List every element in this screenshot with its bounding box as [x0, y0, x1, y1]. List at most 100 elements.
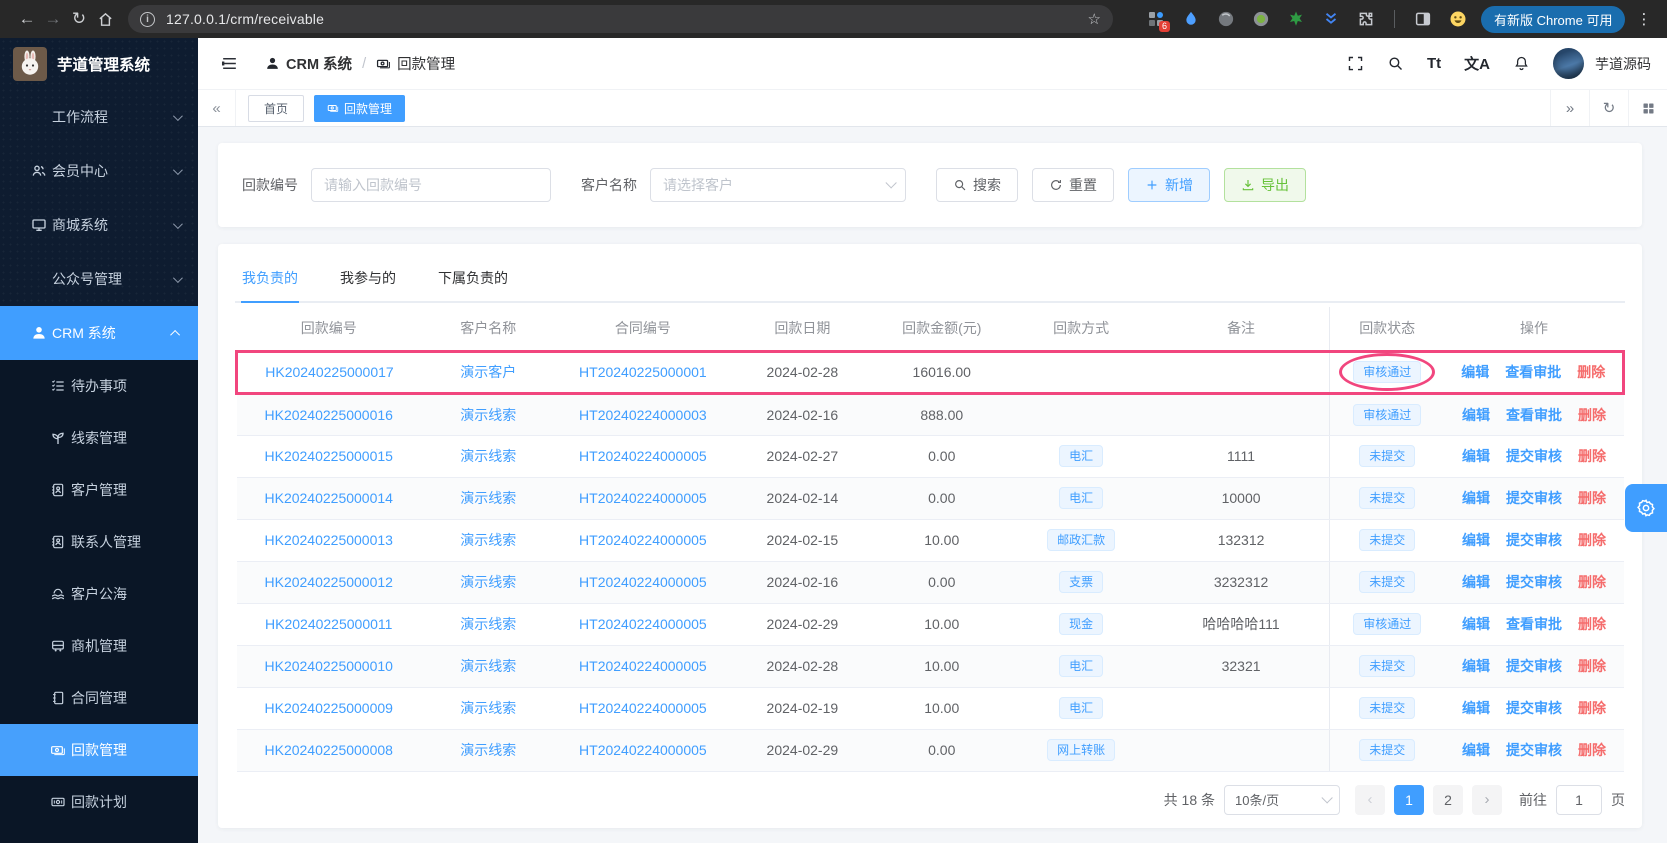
- contract-link[interactable]: HT20240224000005: [579, 490, 707, 506]
- extension-droplet-icon[interactable]: [1182, 10, 1200, 28]
- username[interactable]: 芋道源码: [1595, 54, 1651, 74]
- submit-review-link[interactable]: 提交审核: [1506, 658, 1562, 674]
- receivable-no-input[interactable]: 请输入回款编号: [311, 168, 551, 202]
- fullscreen-icon[interactable]: [1347, 55, 1364, 72]
- customer-link[interactable]: 演示线索: [460, 574, 516, 590]
- page-2-button[interactable]: 2: [1433, 785, 1463, 815]
- edit-link[interactable]: 编辑: [1462, 407, 1490, 423]
- breadcrumb-crm[interactable]: CRM 系统: [265, 53, 352, 74]
- user-avatar[interactable]: [1553, 48, 1584, 79]
- notification-bell-icon[interactable]: [1513, 55, 1530, 72]
- tab-subordinate[interactable]: 下属负责的: [437, 256, 509, 301]
- receivable-no-link[interactable]: HK20240225000017: [265, 364, 393, 380]
- edit-link[interactable]: 编辑: [1462, 658, 1490, 674]
- sidebar-item-customer-pool[interactable]: 客户公海: [0, 568, 198, 620]
- contract-link[interactable]: HT20240224000003: [579, 407, 707, 423]
- edit-link[interactable]: 编辑: [1462, 490, 1490, 506]
- customer-link[interactable]: 演示线索: [460, 407, 516, 423]
- contract-link[interactable]: HT20240224000005: [579, 574, 707, 590]
- search-button[interactable]: 搜索: [936, 168, 1018, 202]
- delete-link[interactable]: 删除: [1578, 490, 1606, 506]
- browser-menu-icon[interactable]: ⋮: [1636, 10, 1652, 28]
- sidebar-item-todo[interactable]: 待办事项: [0, 360, 198, 412]
- contract-link[interactable]: HT20240224000005: [579, 532, 707, 548]
- edit-link[interactable]: 编辑: [1462, 448, 1490, 464]
- tab-mine[interactable]: 我负责的: [241, 256, 299, 301]
- delete-link[interactable]: 删除: [1578, 742, 1606, 758]
- submit-review-link[interactable]: 提交审核: [1506, 574, 1562, 590]
- sidebar-item-official-account[interactable]: 公众号管理: [0, 252, 198, 306]
- tags-refresh-icon[interactable]: ↻: [1589, 90, 1628, 126]
- extension-pinned-icon[interactable]: 6: [1147, 10, 1165, 28]
- edit-link[interactable]: 编辑: [1462, 700, 1490, 716]
- delete-link[interactable]: 删除: [1578, 574, 1606, 590]
- delete-link[interactable]: 删除: [1578, 532, 1606, 548]
- receivable-no-link[interactable]: HK20240225000015: [265, 448, 393, 464]
- delete-link[interactable]: 删除: [1578, 407, 1606, 423]
- contract-link[interactable]: HT20240224000005: [579, 616, 707, 632]
- customer-link[interactable]: 演示线索: [460, 700, 516, 716]
- site-info-icon[interactable]: i: [140, 12, 155, 27]
- page-1-button[interactable]: 1: [1394, 785, 1424, 815]
- customer-link[interactable]: 演示线索: [460, 742, 516, 758]
- profile-emoji-avatar[interactable]: [1449, 10, 1467, 28]
- extension-chevrons-icon[interactable]: [1322, 10, 1340, 28]
- receivable-no-link[interactable]: HK20240225000014: [265, 490, 393, 506]
- delete-link[interactable]: 删除: [1578, 658, 1606, 674]
- edit-link[interactable]: 编辑: [1462, 742, 1490, 758]
- address-bar[interactable]: i 127.0.0.1/crm/receivable ☆: [128, 5, 1113, 33]
- contract-link[interactable]: HT20240224000005: [579, 658, 707, 674]
- sidebar-item-business[interactable]: 商机管理: [0, 620, 198, 672]
- submit-review-link[interactable]: 提交审核: [1506, 700, 1562, 716]
- customer-link[interactable]: 演示线索: [460, 616, 516, 632]
- tags-scroll-right-icon[interactable]: »: [1550, 90, 1589, 126]
- browser-back-icon[interactable]: ←: [14, 9, 40, 29]
- contract-link[interactable]: HT20240225000001: [579, 364, 707, 380]
- customer-select[interactable]: 请选择客户: [650, 168, 906, 202]
- edit-link[interactable]: 编辑: [1462, 532, 1490, 548]
- extension-sphere-icon[interactable]: [1217, 10, 1235, 28]
- contract-link[interactable]: HT20240224000005: [579, 448, 707, 464]
- submit-review-link[interactable]: 提交审核: [1506, 448, 1562, 464]
- font-size-icon[interactable]: Tt: [1427, 55, 1441, 72]
- app-logo-row[interactable]: 芋道管理系统: [0, 38, 198, 90]
- receivable-no-link[interactable]: HK20240225000013: [265, 532, 393, 548]
- add-button[interactable]: 新增: [1128, 168, 1210, 202]
- sidebar-item-customer[interactable]: 客户管理: [0, 464, 198, 516]
- customer-link[interactable]: 演示线索: [460, 448, 516, 464]
- extension-green-dot-icon[interactable]: [1252, 10, 1270, 28]
- sidebar-item-clue[interactable]: 线索管理: [0, 412, 198, 464]
- browser-forward-icon[interactable]: →: [40, 9, 66, 29]
- tab-participated[interactable]: 我参与的: [339, 256, 397, 301]
- delete-link[interactable]: 删除: [1578, 700, 1606, 716]
- receivable-no-link[interactable]: HK20240225000012: [265, 574, 393, 590]
- edit-link[interactable]: 编辑: [1462, 616, 1490, 632]
- chrome-update-pill[interactable]: 有新版 Chrome 可用: [1481, 6, 1625, 33]
- sidebar-item-contract[interactable]: 合同管理: [0, 672, 198, 724]
- sidebar-item-product[interactable]: 产品管理: [0, 828, 198, 843]
- bookmark-star-icon[interactable]: ☆: [1088, 10, 1101, 28]
- receivable-no-link[interactable]: HK20240225000010: [265, 658, 393, 674]
- next-page-button[interactable]: ›: [1472, 785, 1502, 815]
- receivable-no-link[interactable]: HK20240225000009: [265, 700, 393, 716]
- tag-home[interactable]: 首页: [248, 95, 304, 122]
- extensions-puzzle-icon[interactable]: [1357, 10, 1375, 28]
- page-size-select[interactable]: 10条/页: [1224, 785, 1340, 815]
- customer-link[interactable]: 演示客户: [460, 364, 516, 380]
- browser-reload-icon[interactable]: ↻: [66, 9, 92, 29]
- language-icon[interactable]: 文A: [1464, 53, 1490, 74]
- submit-review-link[interactable]: 提交审核: [1506, 742, 1562, 758]
- edit-link[interactable]: 编辑: [1462, 574, 1490, 590]
- side-panel-icon[interactable]: [1414, 10, 1432, 28]
- extension-star-icon[interactable]: [1287, 10, 1305, 28]
- view-approval-link[interactable]: 查看审批: [1506, 407, 1562, 423]
- reset-button[interactable]: 重置: [1032, 168, 1114, 202]
- tags-scroll-left-icon[interactable]: «: [198, 90, 236, 126]
- receivable-no-link[interactable]: HK20240225000008: [265, 742, 393, 758]
- delete-link[interactable]: 删除: [1578, 448, 1606, 464]
- goto-page-input[interactable]: [1556, 785, 1602, 815]
- delete-link[interactable]: 删除: [1577, 364, 1605, 380]
- sidebar-item-receivable-plan[interactable]: 回款计划: [0, 776, 198, 828]
- receivable-no-link[interactable]: HK20240225000011: [265, 616, 392, 632]
- contract-link[interactable]: HT20240224000005: [579, 700, 707, 716]
